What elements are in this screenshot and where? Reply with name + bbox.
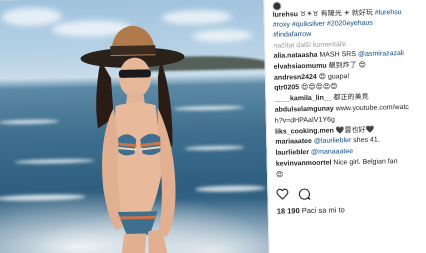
likes-count[interactable]: 18 190 Paci sa mi to (277, 202, 426, 216)
caption-tag[interactable]: #lurehsu (375, 9, 402, 17)
comments-panel: lurehsu ♉☀♉ 有陽光 ☀ 就好玩 #lurehsu #roxy #qu… (263, 0, 426, 253)
comment-user[interactable]: mariaaatee (275, 138, 312, 146)
comment-mention[interactable]: @manaaatee (311, 148, 353, 156)
instagram-post: lurehsu ♉☀♉ 有陽光 ☀ 就好玩 #lurehsu #roxy #qu… (0, 0, 426, 253)
comment-text: www.youtube.com/watc (335, 103, 409, 113)
avatar[interactable] (272, 1, 282, 11)
comment-mention[interactable]: @asmirazazali (358, 50, 404, 58)
comment-user[interactable]: alia.nataasha (273, 52, 317, 60)
comment-mention[interactable]: @laurliebler (314, 138, 352, 146)
comment-user[interactable]: andresn2424 (274, 73, 317, 81)
comment-text: 😍 guapa! (318, 72, 350, 81)
comment-text: 😍😍😍😍😍 (300, 83, 338, 92)
comment-text: 都正的美見 (333, 93, 369, 102)
comment-user[interactable]: elvahsiaomumu (274, 62, 327, 70)
comment-user[interactable]: liks_cooking.men (275, 127, 334, 135)
comment-user[interactable]: laurliebler (275, 149, 309, 157)
comment-text: Nice girl. Belgian fan (333, 158, 398, 167)
comment-icon[interactable] (298, 188, 311, 200)
comment-user[interactable]: abdulselamgunay (275, 105, 334, 113)
comment-text: 靚到炸了 😍 (328, 61, 366, 70)
comment-text: 😍 (275, 171, 284, 179)
comment-user[interactable]: kevinvanmoortel (276, 160, 332, 168)
post-photo (0, 0, 269, 253)
comments-list: alia.nataasha MASH SRS @asmirazazali elva… (273, 49, 426, 182)
heart-icon[interactable] (276, 188, 289, 200)
post-actions (276, 184, 426, 201)
comment-text: shes 41. (351, 136, 380, 145)
woman-figure (80, 25, 185, 253)
caption-user[interactable]: lurehsu (273, 11, 298, 19)
caption-text: ♉☀♉ 有陽光 ☀ 就好玩 (299, 9, 373, 19)
comment-text: 🖤雲也好🖤 (335, 126, 375, 135)
comment-user[interactable]: ____kamila_lin__ (274, 95, 331, 103)
comment-user[interactable]: qtr0205 (274, 85, 299, 93)
comment-text: h?v=dHPAaIV1Y6g (274, 116, 335, 125)
comment-text: MASH SRS (319, 50, 359, 59)
